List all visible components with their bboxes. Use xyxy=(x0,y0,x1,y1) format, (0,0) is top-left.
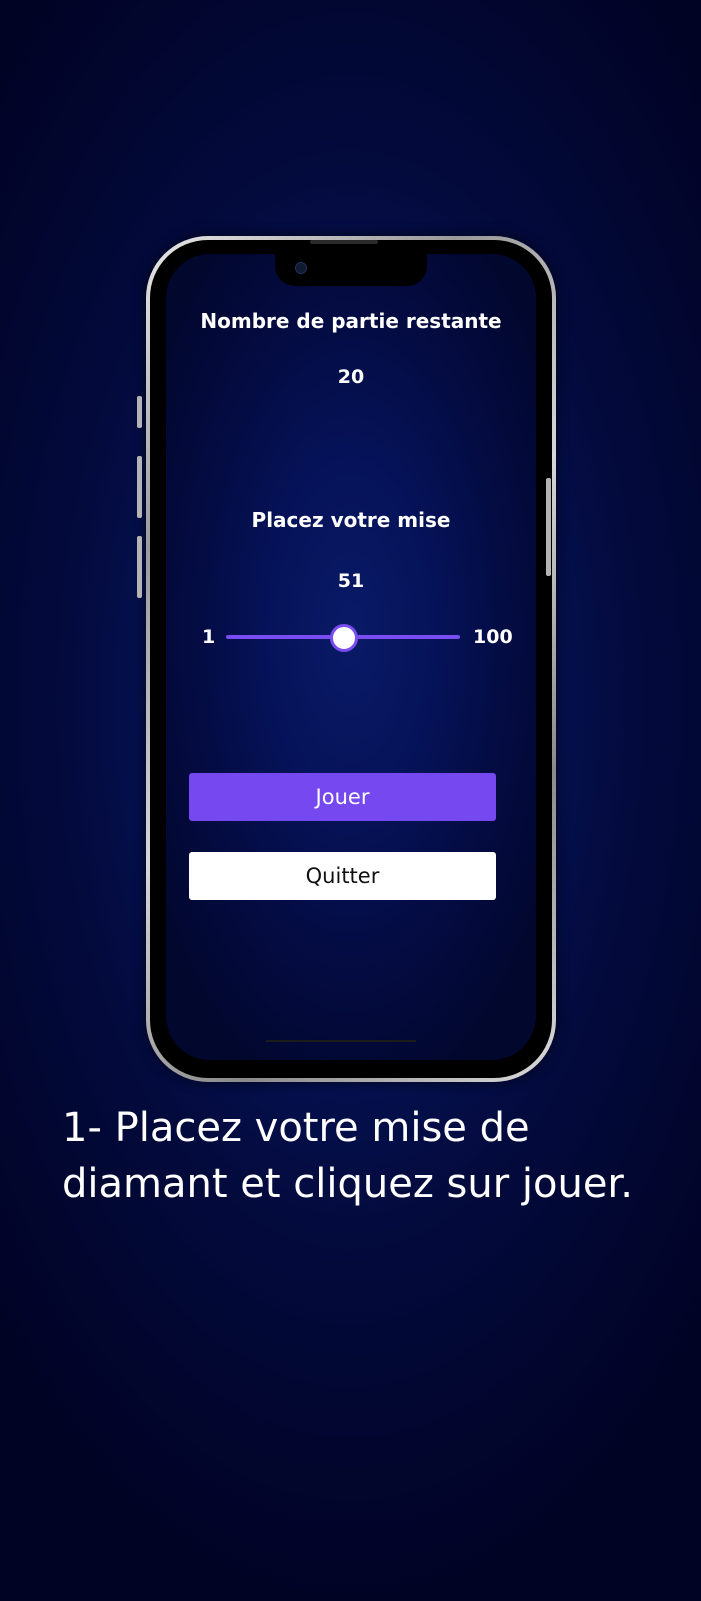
bet-slider-thumb[interactable] xyxy=(330,624,359,652)
instruction-caption: 1- Placez votre mise de diamant et cliqu… xyxy=(62,1100,682,1212)
phone-volume-down-button xyxy=(137,536,142,598)
slider-min-label: 1 xyxy=(202,626,216,648)
slider-max-label: 100 xyxy=(473,626,513,648)
phone-volume-up-button xyxy=(137,456,142,518)
phone-notch xyxy=(275,254,427,286)
bet-value: 51 xyxy=(337,570,365,592)
phone-screen: Nombre de partie restante 20 Placez votr… xyxy=(166,254,536,1060)
quit-button[interactable]: Quitter xyxy=(189,852,496,900)
remaining-games-label: Nombre de partie restante xyxy=(200,309,502,333)
phone-power-button xyxy=(546,478,551,576)
caption-line-2: diamant et cliquez sur jouer. xyxy=(62,1161,633,1207)
play-button[interactable]: Jouer xyxy=(189,773,496,821)
bet-label: Placez votre mise xyxy=(251,508,451,532)
phone-earpiece xyxy=(310,240,378,244)
caption-line-1: 1- Placez votre mise de xyxy=(62,1105,530,1151)
front-camera-icon xyxy=(295,262,307,274)
home-indicator xyxy=(266,1040,416,1042)
remaining-games-value: 20 xyxy=(337,366,365,388)
phone-mute-switch xyxy=(137,396,142,428)
